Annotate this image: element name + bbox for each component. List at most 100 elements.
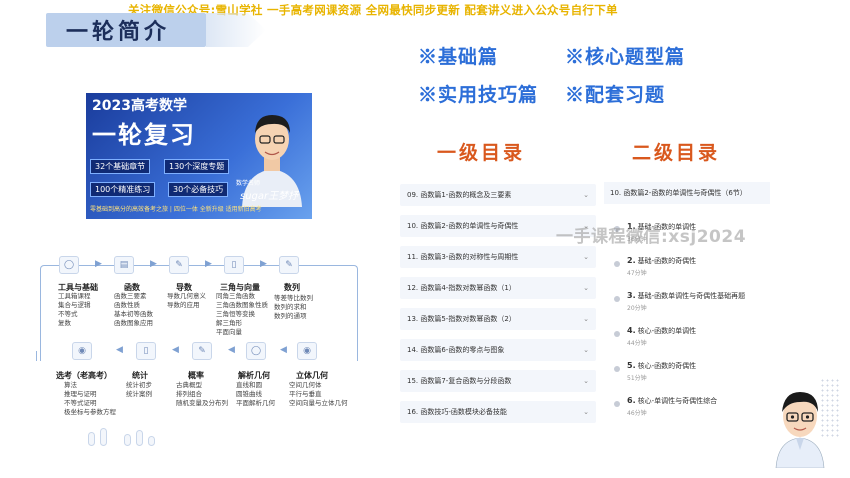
flow-node-item: 空间几何体	[289, 381, 322, 389]
flow-node-title: 概率	[188, 371, 204, 380]
chapter-row[interactable]: 16. 函数技巧-函数模块必备技能 ⌄	[400, 401, 596, 423]
lesson-title[interactable]: 3. 基础-函数单调性与奇偶性基础再题	[627, 291, 745, 301]
lesson-duration: 20分钟	[627, 305, 647, 312]
feature-skills: ※实用技巧篇	[418, 84, 539, 106]
flow-node-item: 统计初步	[126, 381, 152, 389]
chapter-label: 12. 函数篇4-指数对数幂函数（1）	[407, 284, 516, 292]
pencil-icon: ✎	[169, 256, 189, 274]
flow-node-item: 基本初等函数	[114, 310, 153, 318]
chapter-label: 11. 函数篇3-函数的对称性与周期性	[407, 253, 519, 261]
pencil-icon: ✎	[192, 342, 212, 360]
flow-node-item: 平面向量	[216, 328, 242, 336]
teacher-name: sugar王梦抒	[240, 191, 299, 202]
flow-node-item: 函数三要素	[114, 292, 147, 300]
flow-node-item: 平面解析几何	[236, 399, 275, 407]
flow-node-item: 算法	[64, 381, 77, 389]
arrow-right-icon: ▶	[205, 259, 212, 269]
flow-node-item: 数列的求和	[274, 303, 307, 311]
section-title: 一轮简介	[66, 19, 171, 45]
chapter-row[interactable]: 11. 函数篇3-函数的对称性与周期性 ⌄	[400, 246, 596, 268]
section-tag-arrow	[206, 13, 266, 47]
lesson-bullet	[614, 296, 620, 302]
decor-bar	[88, 432, 95, 446]
chevron-down-icon: ⌄	[583, 253, 589, 261]
lesson-title[interactable]: 2. 基础-函数的奇偶性	[627, 256, 696, 266]
cover-chip: 32个基础章节	[90, 159, 151, 174]
flow-node-title: 立体几何	[296, 371, 328, 380]
flow-node-item: 工具箱课程	[58, 292, 91, 300]
lesson-title[interactable]: 6. 核心-单调性与奇偶性综合	[627, 396, 717, 406]
flow-node-item: 同角三角函数	[216, 292, 255, 300]
cover-year: 2023高考数学	[92, 98, 187, 114]
flow-node-title: 选考（老高考）	[56, 371, 112, 380]
chapter-row[interactable]: 14. 函数篇6-函数的零点与图象 ⌄	[400, 339, 596, 361]
cartoon-teacher-avatar	[775, 392, 825, 468]
subchapter-header[interactable]: 10. 函数篇2-函数的单调性与奇偶性（6节）	[604, 182, 770, 204]
clipboard-icon: ▯	[224, 256, 244, 274]
level1-heading: 一级目录	[437, 142, 526, 164]
flow-node-item: 古典概型	[176, 381, 202, 389]
arrow-left-icon: ◀	[228, 345, 235, 355]
flow-node-item: 平行与垂直	[289, 390, 322, 398]
decor-bar	[124, 434, 131, 446]
watermark: 一手课程微信:xsj2024	[556, 227, 747, 247]
feature-exercises: ※配套习题	[565, 84, 666, 106]
chapter-row[interactable]: 13. 函数篇5-指数对数幂函数（2） ⌄	[400, 308, 596, 330]
flow-node-item: 函数图象应用	[114, 319, 153, 327]
flow-node-title: 解析几何	[238, 371, 270, 380]
camera-icon: ◉	[72, 342, 92, 360]
flow-node-item: 不等式证明	[64, 399, 97, 407]
calendar-icon: ▤	[114, 256, 134, 274]
lesson-duration: 47分钟	[627, 270, 647, 277]
arrow-right-icon: ▶	[150, 259, 157, 269]
flow-node-item: 函数性质	[114, 301, 140, 309]
chevron-down-icon: ⌄	[583, 346, 589, 354]
lesson-title[interactable]: 5. 核心-函数的奇偶性	[627, 361, 696, 371]
flow-node-item: 排列组合	[176, 390, 202, 398]
flow-node-title: 数列	[284, 283, 300, 292]
cover-chip: 130个深度专题	[164, 159, 230, 174]
arrow-left-icon: ◀	[280, 345, 287, 355]
chapter-label: 15. 函数篇7-复合函数与分段函数	[407, 377, 512, 385]
chevron-down-icon: ⌄	[583, 315, 589, 323]
arrow-left-icon: ◀	[116, 345, 123, 355]
flow-node-item: 导数的应用	[167, 301, 200, 309]
chevron-down-icon: ⌄	[583, 284, 589, 292]
arrow-right-icon: ▶	[95, 259, 102, 269]
cover-chip: 100个精准练习	[90, 182, 156, 197]
flow-node-title: 统计	[132, 371, 148, 380]
flow-node-item: 三角函数图象性质	[216, 301, 268, 309]
flow-node-item: 不等式	[58, 310, 78, 318]
flow-node-item: 推理与证明	[64, 390, 97, 398]
arrow-left-icon: ◀	[172, 345, 179, 355]
flow-node-item: 导数几何意义	[167, 292, 206, 300]
user-icon: ◯	[246, 342, 266, 360]
chevron-down-icon: ⌄	[583, 377, 589, 385]
lesson-duration: 46分钟	[627, 410, 647, 417]
clipboard-icon: ▯	[136, 342, 156, 360]
chapter-label: 14. 函数篇6-函数的零点与图象	[407, 346, 505, 354]
flow-node-item: 随机变量及分布列	[176, 399, 228, 407]
chevron-down-icon: ⌄	[583, 408, 589, 416]
lesson-title[interactable]: 4. 核心-函数的单调性	[627, 326, 696, 336]
chapter-row[interactable]: 09. 函数篇1-函数的概念及三要素 ⌄	[400, 184, 596, 206]
chapter-label: 16. 函数技巧-函数模块必备技能	[407, 408, 507, 416]
flow-node-item: 数列的通项	[274, 312, 307, 320]
flow-node-item: 集合与逻辑	[58, 301, 91, 309]
flow-node-item: 直线和圆	[236, 381, 262, 389]
cover-chip: 30个必备技巧	[168, 182, 229, 197]
cover-title: 一轮复习	[92, 121, 196, 149]
flow-node-item: 圆锥曲线	[236, 390, 262, 398]
flow-node-item: 极坐标与参数方程	[64, 408, 116, 416]
feature-basic: ※基础篇	[418, 46, 499, 68]
camera-icon: ◉	[297, 342, 317, 360]
flow-node-item: 复数	[58, 319, 71, 327]
decor-bar	[100, 428, 107, 446]
chapter-row[interactable]: 12. 函数篇4-指数对数幂函数（1） ⌄	[400, 277, 596, 299]
chapter-row[interactable]: 15. 函数篇7-复合函数与分段函数 ⌄	[400, 370, 596, 392]
lesson-bullet	[614, 261, 620, 267]
flow-node-item: 统计案例	[126, 390, 152, 398]
chapter-label: 09. 函数篇1-函数的概念及三要素	[407, 191, 512, 199]
arrow-right-icon: ▶	[260, 259, 267, 269]
chapter-label: 10. 函数篇2-函数的单调性与奇偶性	[407, 222, 519, 230]
